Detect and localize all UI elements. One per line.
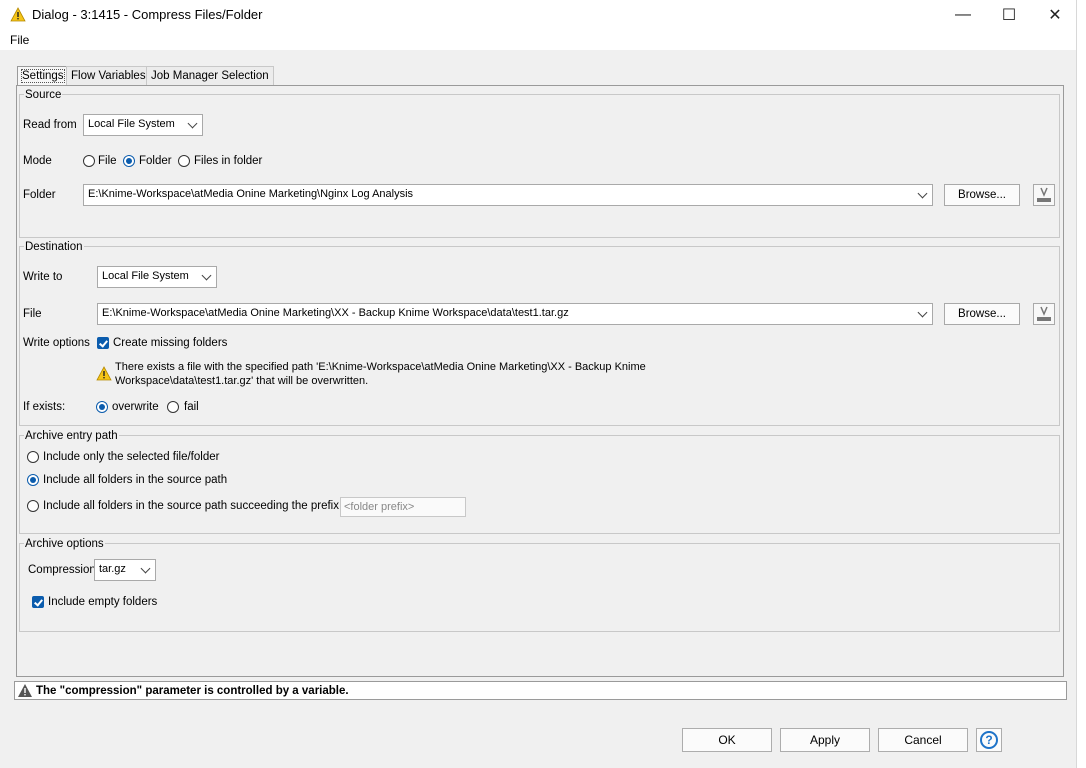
source-legend: Source — [24, 89, 63, 101]
folder-path-input[interactable]: E:\Knime-Workspace\atMedia Onine Marketi… — [83, 184, 933, 206]
create-missing-folders-checkbox[interactable] — [97, 337, 109, 349]
read-from-select[interactable]: Local File System — [83, 114, 203, 136]
destination-flow-variable-button[interactable] — [1033, 303, 1055, 325]
archive-options-group — [19, 543, 1060, 632]
archive-options-legend: Archive options — [24, 538, 105, 550]
chevron-down-icon — [917, 188, 928, 199]
close-icon: ✕ — [1048, 7, 1062, 24]
ok-button[interactable]: OK — [682, 728, 772, 752]
menu-file[interactable]: File — [10, 33, 29, 47]
overwrite-warning-line2: Workspace\data\test1.tar.gz' that will b… — [115, 375, 369, 387]
mode-file-radio[interactable] — [83, 155, 95, 167]
if-exists-overwrite-radio[interactable] — [96, 401, 108, 413]
mode-label: Mode — [23, 155, 52, 167]
write-to-select[interactable]: Local File System — [97, 266, 217, 288]
minimize-icon: — — [955, 6, 971, 23]
include-empty-folders-label: Include empty folders — [48, 596, 158, 608]
overwrite-warning: There exists a file with the specified p… — [115, 360, 646, 388]
file-label: File — [23, 308, 42, 320]
maximize-icon: ☐ — [1001, 7, 1017, 24]
chevron-down-icon — [140, 563, 151, 574]
include-empty-folders-checkbox[interactable] — [32, 596, 44, 608]
mode-files-in-folder-radio[interactable] — [178, 155, 190, 167]
tab-job-manager-selection[interactable]: Job Manager Selection — [146, 66, 274, 85]
mode-folder-radio[interactable] — [123, 155, 135, 167]
menu-bar — [0, 30, 1076, 50]
create-missing-folders-label: Create missing folders — [113, 337, 228, 349]
flow-variable-icon — [1037, 187, 1051, 202]
compression-select[interactable]: tar.gz — [94, 559, 156, 581]
warning-icon — [17, 683, 33, 698]
mode-files-in-folder-label: Files in folder — [194, 155, 263, 167]
write-options-label: Write options — [23, 337, 90, 349]
tab-flow-variables[interactable]: Flow Variables — [66, 66, 151, 85]
destination-legend: Destination — [24, 241, 84, 253]
apply-button[interactable]: Apply — [780, 728, 870, 752]
overwrite-warning-line1: There exists a file with the specified p… — [115, 361, 646, 373]
entry-prefix-radio[interactable] — [27, 500, 39, 512]
folder-prefix-input[interactable]: <folder prefix> — [340, 497, 466, 517]
cancel-button[interactable]: Cancel — [878, 728, 968, 752]
help-icon: ? — [980, 731, 998, 749]
mode-file-label: File — [98, 155, 117, 167]
tab-settings[interactable]: Settings — [17, 66, 69, 85]
warning-icon — [10, 7, 26, 22]
background-app-edge — [1076, 0, 1086, 768]
minimize-button[interactable]: — — [940, 0, 986, 30]
chevron-down-icon — [187, 118, 198, 129]
folder-label: Folder — [23, 189, 56, 201]
chevron-down-icon — [201, 270, 212, 281]
help-button[interactable]: ? — [976, 728, 1002, 752]
source-browse-button[interactable]: Browse... — [944, 184, 1020, 206]
write-to-label: Write to — [23, 271, 63, 283]
entry-selected-only-radio[interactable] — [27, 451, 39, 463]
source-flow-variable-button[interactable] — [1033, 184, 1055, 206]
chevron-down-icon — [917, 307, 928, 318]
read-from-label: Read from — [23, 119, 77, 131]
if-exists-overwrite-label: overwrite — [112, 401, 159, 413]
if-exists-label: If exists: — [23, 401, 66, 413]
file-path-input[interactable]: E:\Knime-Workspace\atMedia Onine Marketi… — [97, 303, 933, 325]
close-button[interactable]: ✕ — [1032, 0, 1078, 30]
mode-folder-label: Folder — [139, 155, 172, 167]
archive-entry-legend: Archive entry path — [24, 430, 119, 442]
if-exists-fail-radio[interactable] — [167, 401, 179, 413]
compression-label: Compression — [28, 564, 96, 576]
warning-icon — [96, 366, 112, 381]
if-exists-fail-label: fail — [184, 401, 199, 413]
window-title: Dialog - 3:1415 - Compress Files/Folder — [32, 7, 263, 22]
entry-prefix-label: Include all folders in the source path s… — [43, 500, 339, 512]
destination-browse-button[interactable]: Browse... — [944, 303, 1020, 325]
entry-selected-only-label: Include only the selected file/folder — [43, 451, 220, 463]
status-message: The "compression" parameter is controlle… — [36, 685, 349, 697]
entry-all-folders-label: Include all folders in the source path — [43, 474, 228, 486]
entry-all-folders-radio[interactable] — [27, 474, 39, 486]
maximize-button[interactable]: ☐ — [986, 0, 1032, 30]
flow-variable-icon — [1037, 306, 1051, 321]
